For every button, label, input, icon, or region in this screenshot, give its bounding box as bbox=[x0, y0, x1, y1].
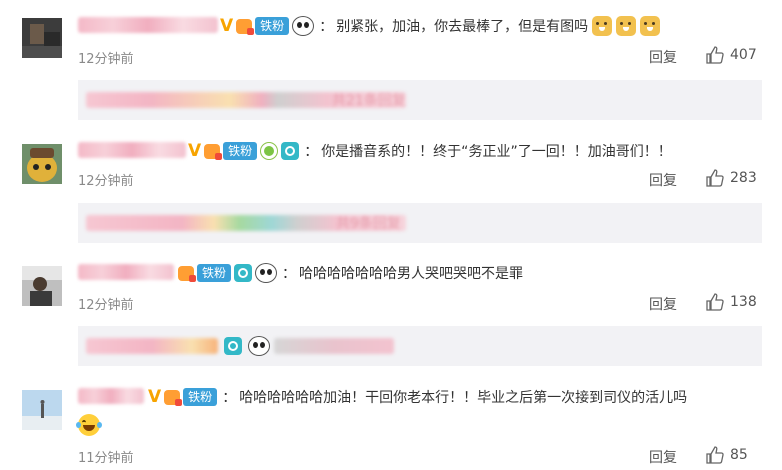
crown-badge-icon bbox=[164, 389, 183, 406]
like-button[interactable]: 138 bbox=[706, 293, 757, 311]
avatar[interactable] bbox=[22, 390, 62, 430]
tear-drop bbox=[97, 422, 102, 428]
panda-emoji-icon bbox=[292, 16, 315, 36]
thumb-up-icon bbox=[706, 169, 724, 187]
subreply-blurred-text bbox=[274, 338, 394, 354]
username-blurred[interactable] bbox=[78, 142, 186, 158]
like-count: 283 bbox=[730, 170, 757, 186]
comment-item: V 铁粉 ： 哈哈哈哈哈哈加油！干回你老本行！！毕业之后第一次接到司仪的活儿吗 … bbox=[0, 376, 782, 470]
v-badge: V bbox=[188, 141, 202, 161]
avatar-image bbox=[22, 266, 62, 306]
doge-emoji-icon bbox=[616, 16, 637, 36]
crown-badge-icon bbox=[236, 18, 255, 35]
username-blurred[interactable] bbox=[78, 388, 144, 404]
comment-header: V 铁粉 ： 你是播音系的！！终于“务正业”了一回！！加油哥们！！ bbox=[188, 141, 672, 161]
avatar-image bbox=[22, 390, 62, 430]
subreply-preview[interactable] bbox=[78, 326, 762, 366]
comment-time: 12分钟前 bbox=[78, 298, 134, 313]
thumb-up-icon bbox=[706, 446, 724, 464]
crown-badge-icon bbox=[178, 265, 196, 282]
thumb-up-icon bbox=[706, 46, 724, 64]
comment-header: V 铁粉 ： 别紧张，加油，你去最棒了，但是有图吗 bbox=[220, 16, 661, 36]
username-blurred[interactable] bbox=[78, 17, 218, 33]
v-badge: V bbox=[148, 387, 162, 407]
tiefen-badge: 铁粉 bbox=[197, 264, 232, 282]
subreply-blurred-text bbox=[86, 338, 218, 354]
doge-emoji-icon bbox=[640, 16, 661, 36]
comment-time: 11分钟前 bbox=[78, 451, 134, 466]
comment-item: 铁粉 ： 哈哈哈哈哈哈哈男人哭吧哭吧不是罪 12分钟前 回复 138 bbox=[0, 252, 782, 322]
tear-drop bbox=[76, 422, 81, 428]
subreply-preview[interactable]: 共21条回复 bbox=[78, 80, 762, 120]
camera-badge-icon bbox=[224, 337, 242, 355]
like-button[interactable]: 85 bbox=[706, 446, 748, 464]
reply-button[interactable]: 回复 bbox=[649, 294, 677, 314]
heart-badge-icon bbox=[260, 142, 279, 160]
crown-badge-icon bbox=[204, 143, 223, 160]
colon: ： bbox=[319, 19, 334, 35]
camera-badge-icon bbox=[234, 264, 253, 282]
camera-badge-icon bbox=[281, 142, 300, 160]
thumb-up-icon bbox=[706, 293, 724, 311]
laugh-cry-emoji-icon bbox=[76, 414, 102, 436]
like-button[interactable]: 283 bbox=[706, 169, 757, 187]
subreply-count: 共9条回复 bbox=[336, 216, 401, 232]
panda-emoji-icon bbox=[255, 263, 278, 283]
colon: ： bbox=[282, 266, 297, 282]
comment-text: 你是播音系的！！终于“务正业”了一回！！加油哥们！！ bbox=[321, 144, 672, 160]
avatar[interactable] bbox=[22, 18, 62, 58]
subreply-count: 共21条回复 bbox=[332, 93, 406, 109]
like-count: 407 bbox=[730, 47, 757, 63]
reply-button[interactable]: 回复 bbox=[649, 447, 677, 467]
colon: ： bbox=[222, 390, 237, 406]
tiefen-badge: 铁粉 bbox=[223, 142, 258, 160]
comment-text: 哈哈哈哈哈哈哈男人哭吧哭吧不是罪 bbox=[299, 266, 524, 282]
reply-button[interactable]: 回复 bbox=[649, 47, 677, 67]
like-button[interactable]: 407 bbox=[706, 46, 757, 64]
avatar-image bbox=[22, 18, 62, 58]
like-count: 138 bbox=[730, 294, 757, 310]
avatar[interactable] bbox=[22, 144, 62, 184]
comment-time: 12分钟前 bbox=[78, 174, 134, 189]
comment-item: V 铁粉 ： 别紧张，加油，你去最棒了，但是有图吗 12分钟前 回复 407 bbox=[0, 0, 782, 92]
comment-item: V 铁粉 ： 你是播音系的！！终于“务正业”了一回！！加油哥们！！ 12分钟前 … bbox=[0, 130, 782, 200]
v-badge: V bbox=[220, 16, 234, 36]
colon: ： bbox=[304, 144, 319, 160]
comment-header: 铁粉 ： 哈哈哈哈哈哈哈男人哭吧哭吧不是罪 bbox=[178, 263, 523, 283]
comment-text: 别紧张，加油，你去最棒了，但是有图吗 bbox=[336, 19, 589, 35]
comment-header: V 铁粉 ： 哈哈哈哈哈哈加油！干回你老本行！！毕业之后第一次接到司仪的活儿吗 bbox=[148, 387, 687, 407]
avatar[interactable] bbox=[22, 266, 62, 306]
username-blurred[interactable] bbox=[78, 264, 174, 280]
reply-button[interactable]: 回复 bbox=[649, 170, 677, 190]
comment-text: 哈哈哈哈哈哈加油！干回你老本行！！毕业之后第一次接到司仪的活儿吗 bbox=[239, 390, 688, 406]
comment-time: 12分钟前 bbox=[78, 52, 134, 67]
like-count: 85 bbox=[730, 447, 748, 463]
tiefen-badge: 铁粉 bbox=[255, 17, 290, 35]
tiefen-badge: 铁粉 bbox=[183, 388, 218, 406]
subreply-preview[interactable]: 共9条回复 bbox=[78, 203, 762, 243]
panda-emoji-icon bbox=[248, 336, 270, 356]
avatar-image bbox=[22, 144, 62, 184]
doge-emoji-icon bbox=[592, 16, 613, 36]
